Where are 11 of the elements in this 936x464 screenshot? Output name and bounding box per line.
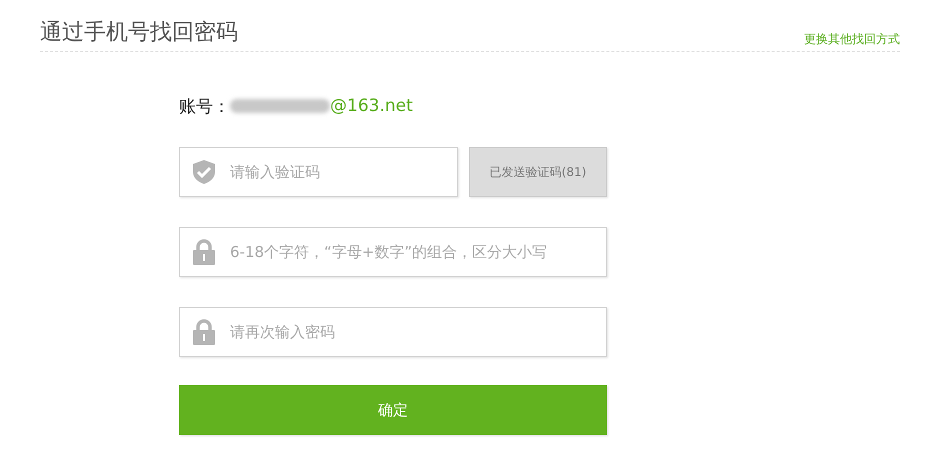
password-input-field[interactable]: 6-18个字符，“字母+数字”的组合，区分大小写 <box>179 227 607 277</box>
lock-icon <box>193 319 215 345</box>
password-input-field[interactable]: 请再次输入密码 <box>179 307 607 357</box>
page-title: 通过手机号找回密码 <box>40 19 238 47</box>
other-method-link[interactable]: 更换其他找回方式 <box>804 31 900 48</box>
lock-icon <box>193 239 215 265</box>
account-email: @163.net <box>330 96 413 116</box>
code-input-field[interactable]: 请输入验证码 <box>179 147 458 197</box>
shield-check-icon <box>193 160 215 184</box>
confirm-button[interactable]: 确定 <box>179 385 607 435</box>
account-label: 账号： <box>179 96 230 118</box>
